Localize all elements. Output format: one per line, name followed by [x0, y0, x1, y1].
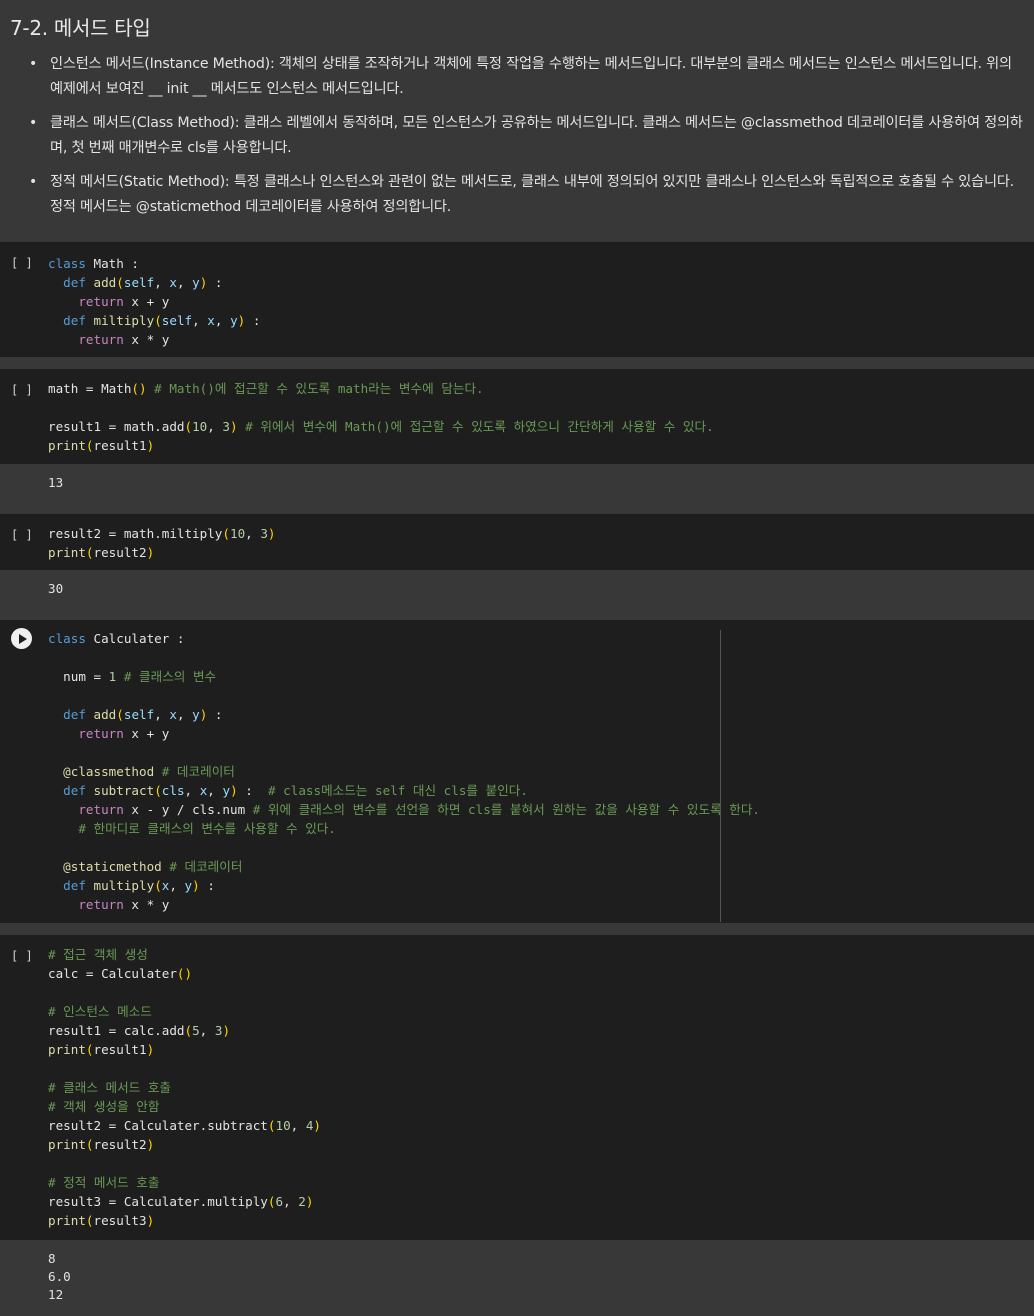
output-text: 8 6.0 12	[48, 1251, 71, 1302]
markdown-cell[interactable]: 7-2. 메서드 타입 인스턴스 메서드(Instance Method): 객…	[0, 0, 1034, 232]
run-cell-button[interactable]: [ ]	[11, 383, 33, 397]
run-cell-button[interactable]: [ ]	[11, 256, 33, 270]
run-cell-button[interactable]: [ ]	[11, 528, 33, 542]
bullet-list: 인스턴스 메서드(Instance Method): 객체의 상태를 조작하거나…	[26, 52, 1026, 229]
code-editor[interactable]: class Math : def add(self, x, y) : retur…	[48, 254, 260, 349]
cell-output: 8 6.0 12	[0, 1240, 1034, 1316]
code-editor[interactable]: class Calculater : num = 1 # 클래스의 변수 def…	[48, 629, 760, 914]
code-cell-math-add[interactable]: [ ] math = Math() # Math()에 접근할 수 있도록 ma…	[0, 369, 1034, 464]
code-cell-math-multiply[interactable]: [ ] result2 = math.miltiply(10, 3) print…	[0, 514, 1034, 570]
bullet-class-method: 클래스 메서드(Class Method): 클래스 레벨에서 동작하며, 모든…	[26, 111, 1026, 161]
cell-output: 13	[0, 464, 1034, 502]
output-text: 13	[48, 475, 64, 490]
code-editor[interactable]: result2 = math.miltiply(10, 3) print(res…	[48, 524, 276, 562]
play-icon[interactable]	[11, 628, 32, 649]
cell-output: 30	[0, 570, 1034, 608]
code-cell-calculater-usage[interactable]: [ ] # 접근 객체 생성 calc = Calculater() # 인스턴…	[0, 935, 1034, 1240]
run-cell-button[interactable]: [ ]	[11, 949, 33, 963]
code-editor[interactable]: # 접근 객체 생성 calc = Calculater() # 인스턴스 메소…	[48, 945, 321, 1230]
output-text: 30	[48, 581, 64, 596]
code-editor[interactable]: math = Math() # Math()에 접근할 수 있도록 math라는…	[48, 379, 714, 455]
code-cell-math-class[interactable]: [ ] class Math : def add(self, x, y) : r…	[0, 242, 1034, 357]
bullet-static-method: 정적 메서드(Static Method): 특정 클래스나 인스턴스와 관련이…	[26, 170, 1026, 220]
bullet-instance-method: 인스턴스 메서드(Instance Method): 객체의 상태를 조작하거나…	[26, 52, 1026, 102]
code-cell-calculater-class[interactable]: class Calculater : num = 1 # 클래스의 변수 def…	[0, 620, 1034, 923]
ruler-line	[720, 630, 721, 922]
section-heading: 7-2. 메서드 타입	[10, 16, 151, 40]
